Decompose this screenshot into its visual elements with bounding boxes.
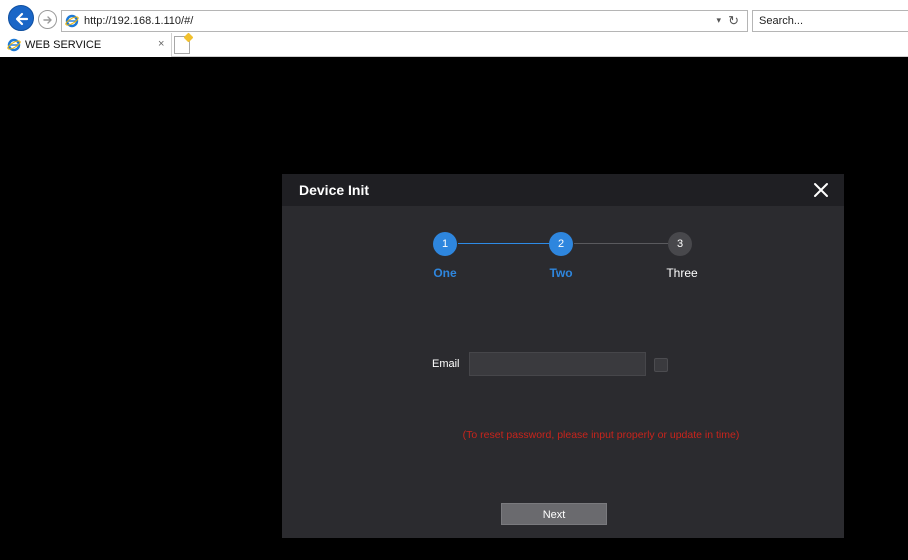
step-connector-1 — [458, 243, 550, 244]
refresh-icon[interactable]: ↻ — [728, 13, 739, 29]
email-label: Email — [432, 358, 460, 370]
step-3-circle: 3 — [668, 232, 692, 256]
url-text[interactable]: http://192.168.1.110/#/ — [84, 15, 193, 27]
next-button[interactable]: Next — [501, 503, 607, 525]
tab-web-service[interactable]: WEB SERVICE × — [0, 33, 172, 57]
email-checkbox[interactable] — [654, 358, 668, 372]
tab-close-icon[interactable]: × — [158, 38, 164, 50]
email-field[interactable] — [469, 352, 646, 376]
search-input[interactable]: Search... — [752, 10, 908, 32]
navigation-bar: http://192.168.1.110/#/ ▾ ↻ Search... — [0, 0, 908, 33]
back-button[interactable] — [8, 5, 34, 31]
arrow-left-icon — [15, 12, 29, 26]
step-1-circle: 1 — [433, 232, 457, 256]
address-bar[interactable]: http://192.168.1.110/#/ ▾ ↻ — [61, 10, 748, 32]
search-placeholder: Search... — [759, 15, 804, 27]
ie-logo-icon — [65, 14, 79, 28]
tab-title: WEB SERVICE — [25, 39, 102, 51]
reset-password-hint: (To reset password, please input properl… — [462, 429, 740, 441]
forward-button[interactable] — [38, 10, 57, 29]
step-1-label: One — [433, 266, 457, 280]
browser-chrome: http://192.168.1.110/#/ ▾ ↻ Search... WE… — [0, 0, 908, 57]
new-tab-button[interactable] — [174, 32, 194, 54]
arrow-right-icon — [43, 16, 52, 24]
new-tab-icon — [183, 32, 194, 43]
step-3-label: Three — [666, 266, 698, 280]
device-init-dialog: Device Init 1 2 3 One Two Three Email (T… — [282, 174, 844, 538]
step-2-label: Two — [549, 266, 573, 280]
step-indicator: 1 2 3 One Two Three — [282, 174, 844, 294]
step-2-circle: 2 — [549, 232, 573, 256]
ie-logo-icon — [7, 38, 21, 52]
address-dropdown-icon[interactable]: ▾ — [716, 15, 721, 26]
step-connector-2 — [574, 243, 668, 244]
tab-bar: WEB SERVICE × — [0, 32, 908, 57]
